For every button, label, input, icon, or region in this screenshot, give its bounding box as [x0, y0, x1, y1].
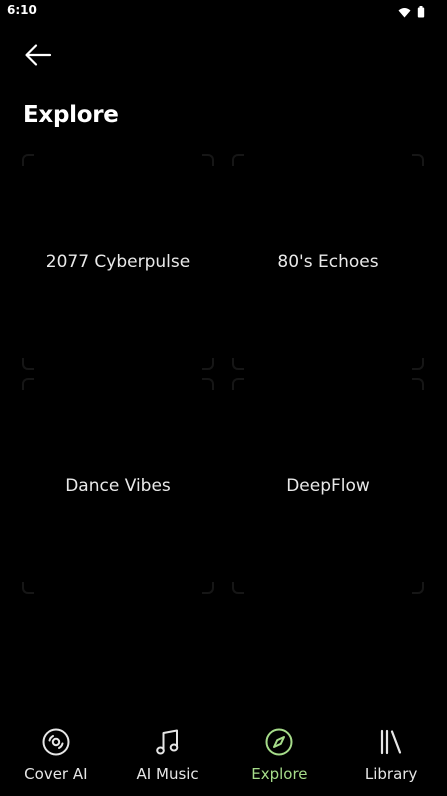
nav-item-explore[interactable]: Explore: [224, 714, 336, 796]
nav-item-library[interactable]: Library: [335, 714, 447, 796]
status-bar: 6:10: [0, 0, 447, 22]
compass-icon: [264, 727, 294, 757]
explore-card-cyberpulse[interactable]: 2077 Cyberpulse: [22, 154, 214, 370]
page-title: Explore: [23, 102, 119, 128]
nav-item-cover-ai[interactable]: Cover AI: [0, 714, 112, 796]
card-label: 80's Echoes: [277, 252, 379, 272]
explore-card-deepflow[interactable]: DeepFlow: [232, 378, 424, 594]
music-note-icon: [153, 727, 183, 757]
explore-card-80s-echoes[interactable]: 80's Echoes: [232, 154, 424, 370]
status-time: 6:10: [7, 3, 37, 17]
wifi-icon: [398, 3, 411, 22]
nav-label: Explore: [251, 765, 308, 783]
nav-label: Cover AI: [24, 765, 88, 783]
arrow-left-icon: [24, 43, 52, 71]
explore-card-dance-vibes[interactable]: Dance Vibes: [22, 378, 214, 594]
nav-item-ai-music[interactable]: AI Music: [112, 714, 224, 796]
battery-icon: [417, 3, 425, 22]
back-button[interactable]: [20, 40, 56, 74]
nav-label: Library: [364, 765, 418, 783]
nav-label: AI Music: [136, 765, 199, 783]
card-label: 2077 Cyberpulse: [45, 252, 191, 272]
library-icon: [376, 727, 406, 757]
card-label: Dance Vibes: [65, 476, 171, 496]
card-label: DeepFlow: [286, 476, 370, 496]
disc-icon: [41, 727, 71, 757]
status-icons: [398, 3, 425, 22]
bottom-navigation: Cover AI AI Music Explore Library: [0, 714, 447, 796]
